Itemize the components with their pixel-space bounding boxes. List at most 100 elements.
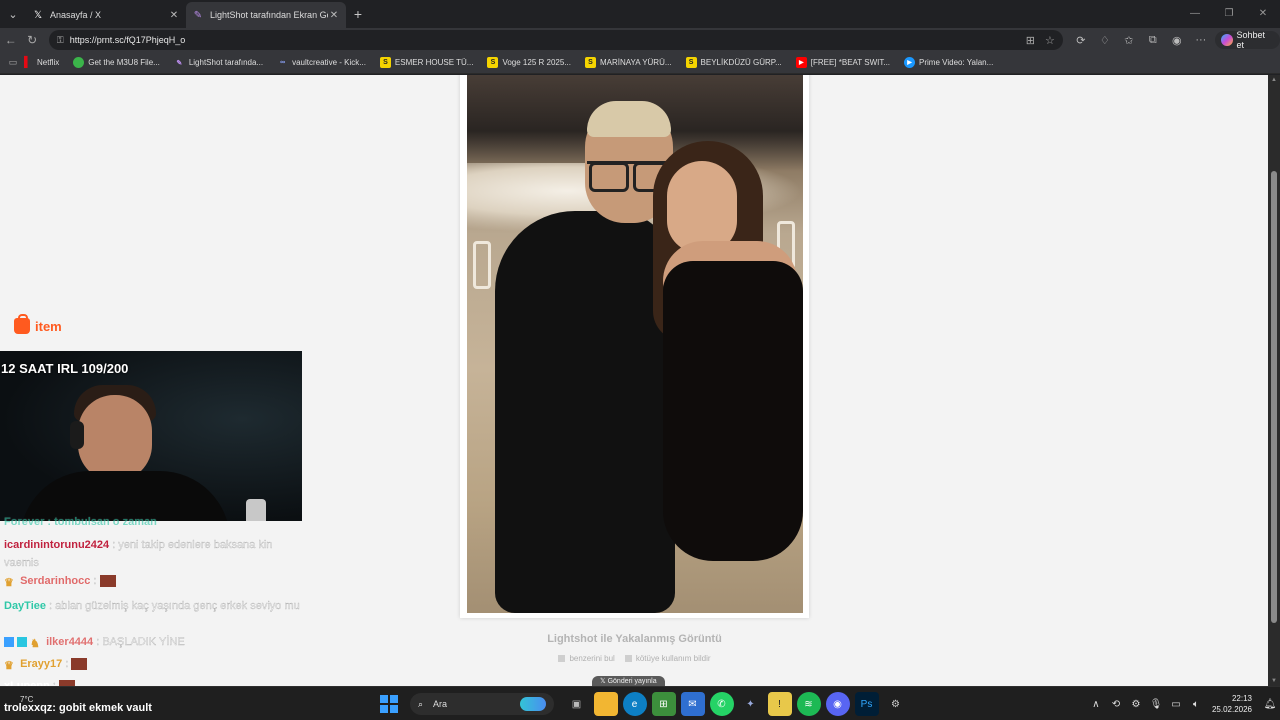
report-abuse-label: kötüye kullanım bildir — [635, 654, 711, 663]
green-circle-icon — [73, 57, 85, 68]
tab-lightshot[interactable]: ✎ LightShot tarafından Ekran Görünt ✕ — [186, 2, 346, 28]
file-explorer-icon[interactable] — [593, 692, 618, 716]
bookmark-label: Prime Video: Yalan... — [919, 58, 994, 67]
minimize-icon[interactable]: — — [1178, 0, 1212, 28]
badge-icon: ♞ — [30, 638, 40, 651]
chat-username: trolexxqz — [4, 702, 53, 714]
bookmark-prime-video[interactable]: ▶ Prime Video: Yalan... — [904, 57, 993, 68]
scroll-down-icon[interactable]: ▼ — [1271, 678, 1277, 684]
scroll-up-icon[interactable]: ▲ — [1271, 77, 1277, 83]
browser-tab-bar: ⌄ 𝕏 Anasayfa / X ✕ ✎ LightShot tarafında… — [0, 0, 1280, 28]
youtube-icon: ▶ — [795, 57, 807, 68]
site-info-icon[interactable]: ⚿ — [57, 35, 64, 46]
page-scrollbar[interactable]: ▲ ▼ — [1268, 75, 1280, 686]
report-abuse-link[interactable]: kötüye kullanım bildir — [624, 654, 711, 663]
chat-username: Serdarinhocc — [20, 575, 91, 587]
chevron-up-icon[interactable]: ∧ — [1086, 699, 1106, 710]
extensions-icon[interactable]: ⟳ — [1069, 34, 1093, 47]
taskbar-search[interactable]: ⌕ Ara — [410, 693, 554, 715]
image-actions: benzerini bul kötüye kullanım bildir — [460, 654, 809, 663]
volume-icon[interactable]: 🔈︎ — [1186, 699, 1206, 710]
bookmark-netflix[interactable]: ▌ Netflix — [22, 57, 59, 68]
scrollbar-thumb[interactable] — [1271, 171, 1277, 623]
task-view-icon[interactable]: ▣ — [565, 692, 589, 716]
spotify-icon[interactable]: ≋ — [796, 692, 821, 716]
prime-video-icon: ▶ — [904, 57, 916, 68]
shopping-bag-icon — [14, 314, 30, 334]
lightshot-feather-icon: ✎ — [193, 9, 203, 21]
chat-line-bottom: trolexxqz: gobit ekmek vault — [0, 700, 170, 720]
windows-taskbar: 7°C ⌕ Ara ▣ e ⊞ ✉ ✆ ✦ ! ≋ ◉ Ps ⚙ ∧ ⟲ ⚙ 🎙… — [0, 686, 1280, 720]
close-window-icon[interactable]: ✕ — [1246, 0, 1280, 28]
close-tab-icon[interactable]: ✕ — [168, 10, 180, 21]
whatsapp-icon[interactable]: ✆ — [709, 692, 734, 716]
tab-x-home[interactable]: 𝕏 Anasayfa / X ✕ — [26, 2, 186, 28]
favorite-star-icon[interactable]: ☆ — [1045, 34, 1055, 47]
profile-avatar-icon[interactable]: ◉ — [1165, 34, 1189, 47]
app-available-icon[interactable]: ⊞ — [1026, 34, 1035, 47]
bookmark-label: Voge 125 R 2025... — [502, 58, 571, 67]
chat-line: ♛ Serdarinhocc : — [4, 575, 116, 589]
bookmark-label: [FREE] *BEAT SWIT... — [810, 58, 891, 67]
x-logo-icon: 𝕏 — [33, 9, 43, 21]
screen: ⌄ 𝕏 Anasayfa / X ✕ ✎ LightShot tarafında… — [0, 0, 1280, 720]
network-icon[interactable]: ▭ — [1166, 699, 1186, 710]
copilot-button[interactable]: Sohbet et — [1214, 30, 1280, 50]
new-tab-plus-icon[interactable]: + — [346, 6, 370, 22]
collections-icon[interactable]: ⧉ — [1141, 34, 1165, 47]
bookmark-lightshot[interactable]: ✎ LightShot tarafında... — [174, 57, 263, 68]
vpn-icon[interactable]: ✦ — [739, 692, 763, 716]
clock[interactable]: 22:13 25.02.2026 — [1212, 693, 1252, 715]
chat-message: : ablan güzelmiş kaç yaşında genç erkek … — [46, 600, 300, 612]
flag-icon — [624, 655, 632, 662]
screenshot-image[interactable] — [467, 75, 803, 613]
mail-icon[interactable]: ✉ — [680, 692, 705, 716]
more-menu-icon[interactable]: ··· — [1189, 34, 1213, 46]
taskbar-apps: ⌕ Ara ▣ e ⊞ ✉ ✆ ✦ ! ≋ ◉ Ps ⚙ — [380, 692, 910, 716]
bookmark-vaultcreative[interactable]: ∞ vaultcreative - Kick... — [277, 57, 366, 68]
stream-title: 12 SAAT IRL 109/200 — [1, 361, 129, 376]
notification-bell-icon[interactable]: 🔔︎ — [1260, 699, 1280, 710]
discord-icon[interactable]: ◉ — [825, 692, 850, 716]
tab-title: LightShot tarafından Ekran Görünt — [210, 10, 328, 20]
microphone-icon[interactable]: 🎙︎ — [1146, 699, 1166, 710]
favorites-icon[interactable]: ✩ — [1117, 34, 1141, 47]
x-logo-icon: 𝕏 — [600, 678, 608, 685]
bookmark-marinaya[interactable]: S MARİNAYA YÜRÜ... — [584, 57, 672, 68]
back-arrow-icon[interactable]: ← — [0, 33, 21, 47]
url-bar[interactable]: ⚿ https://prnt.sc/fQ17PhjeqH_o ⊞ ☆ — [48, 30, 1063, 50]
bookmark-esmer-house[interactable]: S ESMER HOUSE TÜ... — [379, 57, 473, 68]
sponsor-text: item — [35, 318, 62, 334]
bookmark-beat-switch[interactable]: ▶ [FREE] *BEAT SWIT... — [795, 57, 891, 68]
sidebar-toggle-icon[interactable]: ▭ — [4, 57, 22, 68]
maximize-icon[interactable]: ❐ — [1212, 0, 1246, 28]
photoshop-icon[interactable]: Ps — [854, 692, 879, 716]
tab-title: Anasayfa / X — [50, 10, 102, 20]
bookmark-voge[interactable]: S Voge 125 R 2025... — [487, 57, 571, 68]
settings-icon[interactable]: ⚙ — [1126, 699, 1146, 710]
system-tray: ∧ ⟲ ⚙ 🎙︎ ▭ 🔈︎ 22:13 25.02.2026 🔔︎ — [1086, 687, 1280, 720]
copilot-label: Sohbet et — [1236, 30, 1266, 50]
bookmark-beylikduzu[interactable]: S BEYLİKDÜZÜ GÜRP... — [685, 57, 782, 68]
sync-icon[interactable]: ⟲ — [1106, 699, 1126, 710]
address-toolbar: ← ↻ ⚿ https://prnt.sc/fQ17PhjeqH_o ⊞ ☆ ⟳… — [0, 28, 1280, 52]
edge-browser-icon[interactable]: e — [622, 692, 647, 716]
chat-line-partial: Forever : tombulsan o zaman — [4, 516, 157, 528]
post-button[interactable]: 𝕏 Gönderi yayınla — [592, 676, 665, 686]
post-label: Gönderi yayınla — [607, 678, 657, 685]
crown-badge-icon: ♛ — [4, 660, 14, 673]
close-tab-icon[interactable]: ✕ — [328, 10, 340, 21]
bookmark-m3u8[interactable]: Get the M3U8 File... — [73, 57, 160, 68]
bookmark-label: Netflix — [37, 58, 60, 67]
notes-icon[interactable]: ! — [767, 692, 792, 716]
refresh-icon[interactable]: ↻ — [21, 33, 42, 47]
window-controls: — ❐ ✕ — [1178, 0, 1280, 28]
emote-icon — [99, 575, 116, 588]
windows-start-icon[interactable] — [380, 695, 398, 713]
browser-essentials-icon[interactable]: ♢ — [1093, 34, 1117, 47]
find-similar-link[interactable]: benzerini bul — [558, 654, 615, 663]
store-icon[interactable]: ⊞ — [651, 692, 676, 716]
steam-icon[interactable]: ⚙ — [884, 692, 908, 716]
chat-line: ♛ Erayy17 : — [4, 658, 88, 673]
tab-actions-chevron-icon[interactable]: ⌄ — [0, 0, 26, 28]
